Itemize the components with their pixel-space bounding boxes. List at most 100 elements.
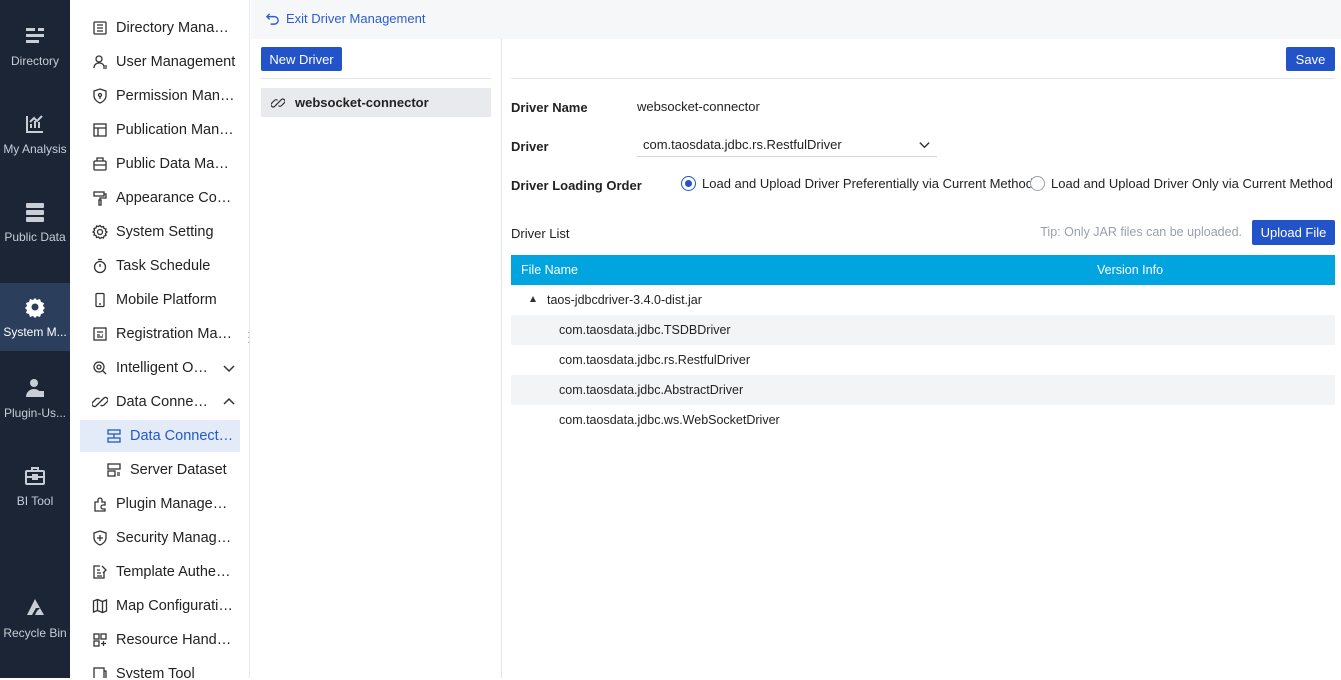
menu-item-label: Server Dataset [130, 462, 227, 478]
upload-file-button[interactable]: Upload File [1252, 220, 1335, 245]
menu-item-permission-management[interactable]: Permission Man… [80, 80, 240, 112]
menu-item-label: Registration Ma… [116, 326, 233, 342]
table-row[interactable]: com.taosdata.jdbc.TSDBDriver [511, 315, 1335, 345]
menu-item-publication-management[interactable]: Publication Man… [80, 114, 240, 146]
driver-name: websocket-connector [295, 95, 429, 110]
tool-icon [93, 667, 107, 678]
public-data-icon [26, 202, 44, 222]
new-driver-button[interactable]: New Driver [261, 47, 342, 71]
menu-item-data-connection[interactable]: Data Connect… [80, 420, 240, 452]
radio-load-only[interactable]: Load and Upload Driver Only via Current … [1030, 176, 1333, 191]
rail-item-recycle-bin[interactable]: Recycle Bin [0, 584, 70, 652]
list-icon [93, 21, 107, 35]
menu-item-label: Data Connect… [130, 428, 234, 444]
rail-label: Recycle Bin [3, 625, 67, 640]
driver-class-name: com.taosdata.jdbc.ws.WebSocketDriver [559, 413, 780, 427]
system-gear-icon [25, 297, 45, 318]
driver-select[interactable]: com.taosdata.jdbc.rs.RestfulDriver [637, 132, 937, 157]
driver-name-label: Driver Name [511, 100, 588, 115]
public-data-icon [93, 157, 107, 171]
radio-dot-checked[interactable] [681, 176, 696, 191]
menu-item-intelligent-ops[interactable]: Intelligent O… [80, 352, 240, 384]
menu-item-template-authentication[interactable]: Template Authe… [80, 556, 240, 588]
rail-item-system-management[interactable]: System M... [0, 283, 70, 351]
radio-load-preferentially[interactable]: Load and Upload Driver Preferentially vi… [681, 176, 1033, 191]
plugin-user-icon [26, 378, 44, 397]
table-header: File Name Version Info [511, 255, 1335, 285]
menu-item-plugin-management[interactable]: Plugin Manage… [80, 488, 240, 520]
chevron-up-icon[interactable] [222, 395, 236, 409]
table-row[interactable]: com.taosdata.jdbc.AbstractDriver [511, 375, 1335, 405]
bi-tool-icon [25, 466, 45, 485]
recycle-bin-icon [27, 598, 44, 615]
timer-icon [93, 258, 107, 274]
publication-icon [93, 123, 107, 137]
menu-item-label: Intelligent O… [116, 360, 208, 376]
menu-item-label: Publication Man… [116, 122, 234, 138]
dataset-icon [107, 463, 121, 477]
menu-item-label: Appearance Co… [116, 190, 232, 206]
exit-driver-management-link[interactable]: Exit Driver Management [265, 11, 425, 26]
template-icon [93, 565, 107, 579]
radio-label: Load and Upload Driver Only via Current … [1051, 176, 1333, 191]
radio-dot[interactable] [1030, 176, 1045, 191]
table-row[interactable]: com.taosdata.jdbc.rs.RestfulDriver [511, 345, 1335, 375]
menu-item-label: Directory Mana… [116, 20, 229, 36]
back-arrow-icon [265, 13, 279, 25]
rail-item-public-data[interactable]: Public Data [0, 188, 70, 256]
menu-item-registration-management[interactable]: Registration Ma… [80, 318, 240, 350]
menu-item-mobile-platform[interactable]: Mobile Platform [80, 284, 240, 316]
save-button[interactable]: Save [1286, 47, 1335, 71]
chevron-down-icon[interactable] [222, 361, 236, 375]
driver-file-table: File Name Version Info taos-jdbcdriver-3… [511, 255, 1335, 435]
divider [511, 78, 1335, 79]
menu-item-server-dataset[interactable]: Server Dataset [80, 454, 240, 486]
menu-item-task-schedule[interactable]: Task Schedule [80, 250, 240, 282]
table-row[interactable]: com.taosdata.jdbc.ws.WebSocketDriver [511, 405, 1335, 435]
menu-item-resource-handling[interactable]: Resource Hand… [80, 624, 240, 656]
analysis-icon [26, 114, 43, 133]
rail-item-directory[interactable]: Directory [0, 12, 70, 80]
menu-item-label: Data Conne… [116, 394, 208, 410]
rail-item-plugin-user[interactable]: Plugin-Us... [0, 364, 70, 432]
driver-list-panel: New Driver websocket-connector [251, 39, 502, 678]
registration-icon [93, 327, 107, 341]
rail-label: My Analysis [3, 141, 67, 156]
menu-item-user-management[interactable]: User Management [80, 46, 240, 78]
table-row-jar[interactable]: taos-jdbcdriver-3.4.0-dist.jar [511, 285, 1335, 315]
link-icon [271, 97, 285, 108]
menu-item-system-tool[interactable]: System Tool [80, 658, 240, 678]
menu-item-label: System Tool [116, 666, 195, 678]
column-header-file-name: File Name [521, 263, 578, 277]
gear-icon [92, 224, 108, 240]
menu-item-public-data-management[interactable]: Public Data Ma… [80, 148, 240, 180]
menu-item-map-configuration[interactable]: Map Configurati… [80, 590, 240, 622]
menu-item-label: Resource Hand… [116, 632, 232, 648]
menu-item-appearance-config[interactable]: Appearance Co… [80, 182, 240, 214]
driver-class-name: com.taosdata.jdbc.TSDBDriver [559, 323, 731, 337]
brush-icon [93, 191, 107, 206]
menu-item-system-setting[interactable]: System Setting [80, 216, 240, 248]
user-icon [93, 55, 107, 69]
collapse-caret-icon[interactable] [530, 296, 536, 302]
menu-item-label: System Setting [116, 224, 214, 240]
driver-label: Driver [511, 139, 549, 154]
top-bar: Exit Driver Management [251, 0, 1341, 39]
rail-label: Public Data [4, 229, 66, 244]
driver-list-item[interactable]: websocket-connector [261, 88, 491, 117]
rail-label: Plugin-Us... [3, 405, 67, 420]
driver-name-value: websocket-connector [637, 99, 760, 114]
directory-icon [26, 27, 44, 43]
rail-item-bi-tool[interactable]: BI Tool [0, 452, 70, 520]
menu-item-directory-management[interactable]: Directory Mana… [80, 12, 240, 44]
menu-item-label: Mobile Platform [116, 292, 217, 308]
icon-rail: Directory My Analysis Public Data System… [0, 0, 70, 678]
menu-item-label: Map Configurati… [116, 598, 233, 614]
menu-item-security-management[interactable]: Security Manag… [80, 522, 240, 554]
exit-label: Exit Driver Management [286, 11, 426, 26]
link-icon [92, 396, 108, 408]
system-management-menu: Directory Mana… User Management Permissi… [70, 0, 250, 678]
shield-icon [93, 530, 107, 546]
rail-item-my-analysis[interactable]: My Analysis [0, 100, 70, 168]
menu-item-data-connection-group[interactable]: Data Conne… [80, 386, 240, 418]
